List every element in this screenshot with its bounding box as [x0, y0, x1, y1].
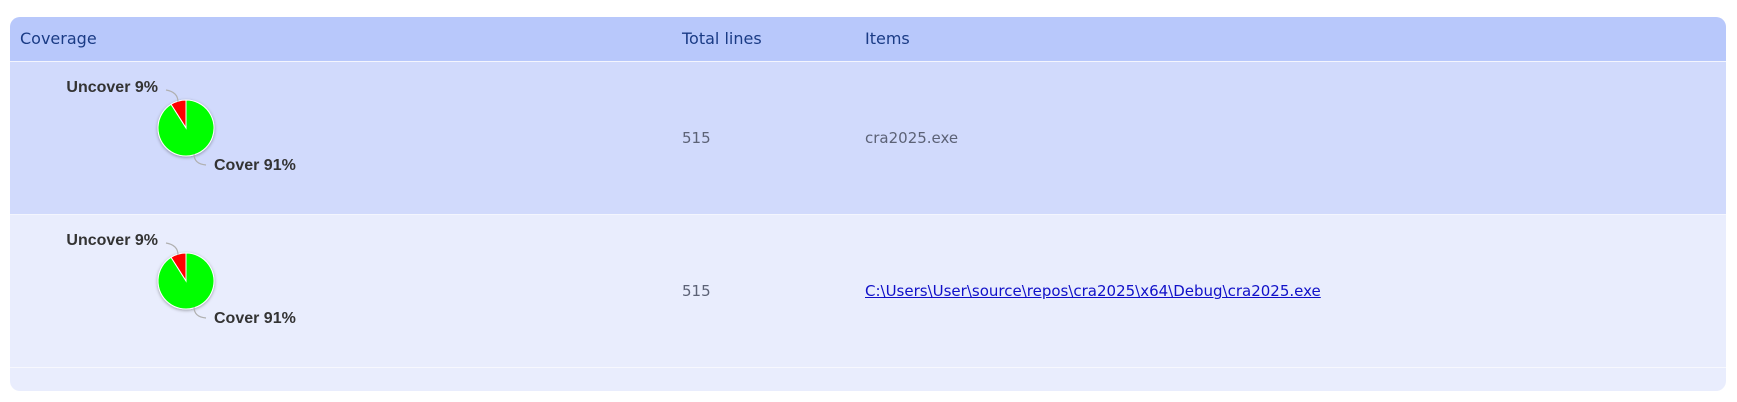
pie-leader-line [193, 153, 207, 166]
coverage-pie-chart: Uncover 9% Cover 91% [66, 232, 296, 327]
total-lines-value: 515 [682, 282, 711, 300]
pie-label-cover: Cover 91% [214, 157, 296, 174]
column-header-coverage: Coverage [20, 29, 97, 48]
item-name: cra2025.exe [865, 129, 959, 147]
item-cell: C:\Users\User\source\repos\cra2025\x64\D… [865, 215, 1321, 367]
pie-leader-line [165, 242, 179, 256]
coverage-pie-chart: Uncover 9% Cover 91% [66, 79, 296, 174]
table-row: Uncover 9% Cover 91% 515 cra2025.exe [10, 62, 1726, 215]
column-header-items: Items [865, 29, 910, 48]
pie-label-cover: Cover 91% [214, 310, 296, 327]
coverage-table: Coverage Total lines Items Uncover 9% Cov… [10, 17, 1726, 391]
table-row: Uncover 9% Cover 91% 515 C:\Users\User\so… [10, 215, 1726, 368]
pie-leader-line [165, 89, 179, 103]
column-header-total-lines: Total lines [682, 29, 762, 48]
table-header: Coverage Total lines Items [10, 17, 1726, 62]
pie-label-uncover: Uncover 9% [66, 79, 158, 96]
pie-slice-cover [157, 252, 215, 310]
total-lines-value: 515 [682, 129, 711, 147]
item-path-link[interactable]: C:\Users\User\source\repos\cra2025\x64\D… [865, 282, 1321, 300]
pie-slice-cover [157, 99, 215, 157]
pie-label-uncover: Uncover 9% [66, 232, 158, 249]
pie-leader-line [193, 306, 207, 319]
